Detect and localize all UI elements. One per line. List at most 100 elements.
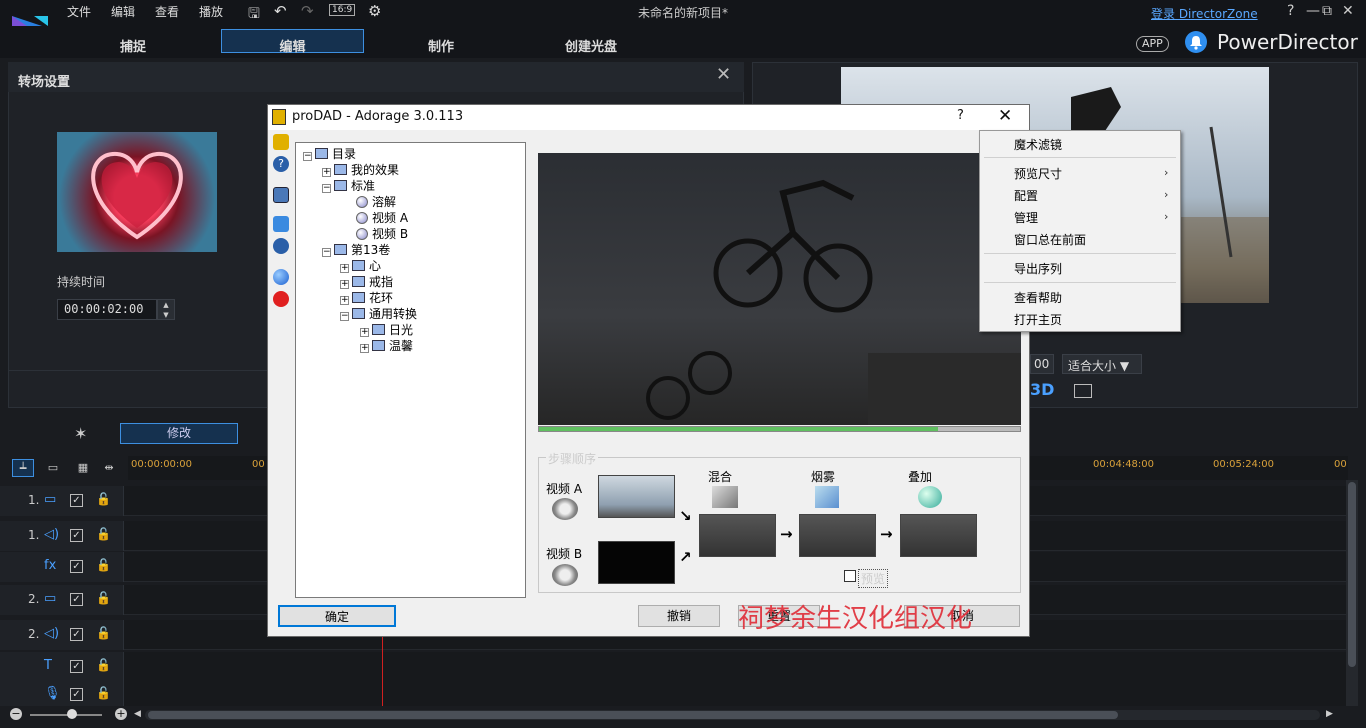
tree-node-root[interactable]: − 目录 [303,145,356,162]
track-enable-checkbox[interactable]: ✓ [70,529,83,542]
lock-icon[interactable]: 🔓 [96,558,111,572]
menu-separator [984,157,1176,158]
menu-item-preview-size[interactable]: 预览尺寸 [1014,165,1062,182]
track-enable-checkbox[interactable]: ✓ [70,560,83,573]
cast-display-icon[interactable] [1074,384,1092,398]
menu-item-always-on-top[interactable]: 窗口总在前面 [1014,231,1086,248]
prodad-icon[interactable] [273,134,289,150]
ruler-tick: 00:05:24:00 [1213,459,1275,470]
notification-bell-icon[interactable] [1185,31,1207,53]
lock-icon[interactable]: 🔓 [96,492,111,506]
tab-produce[interactable]: 制作 [380,36,502,55]
menu-item-export-sequence[interactable]: 导出序列 [1014,260,1062,277]
track-enable-checkbox[interactable]: ✓ [70,494,83,507]
redo-icon[interactable]: ↷ [301,2,314,20]
tree-node-video-a[interactable]: 视频 A [356,209,408,226]
aspect-ratio-selector[interactable]: 16:9 [329,4,356,16]
timeline-vertical-scroll-thumb[interactable] [1348,482,1356,667]
scroll-left-icon[interactable]: ◀ [134,709,141,719]
duration-stepper[interactable]: ▲ ▼ [157,299,175,320]
save-icon[interactable]: 🖫 [248,3,260,27]
settings-gear-icon[interactable]: ⚙ [368,2,381,20]
tree-node-ring[interactable]: + 戒指 [340,273,393,290]
app-badge[interactable]: APP [1136,36,1169,52]
menu-item-manage[interactable]: 管理 [1014,209,1038,226]
zoom-out-icon[interactable]: − [10,708,22,720]
delete-icon[interactable] [273,291,289,307]
tab-capture[interactable]: 捕捉 [74,36,192,55]
restore-button[interactable]: ⧉ [1322,3,1332,19]
zoom-value[interactable]: 00 [1030,354,1054,374]
screen-icon[interactable] [273,187,289,203]
overlay-thumbnail[interactable] [900,514,977,557]
tree-node-daylight[interactable]: + 日光 [360,321,413,338]
tree-node-vol13[interactable]: − 第13卷 [322,241,390,258]
menu-view[interactable]: 查看 [155,3,179,20]
timeline-view-icon[interactable]: ┷ [12,459,34,477]
dialog-close-icon[interactable]: ✕ [998,106,1012,126]
menu-file[interactable]: 文件 [67,3,91,20]
menu-item-config[interactable]: 配置 [1014,187,1038,204]
timeline-zoom-knob[interactable] [67,709,77,719]
effect-tree[interactable] [295,142,526,598]
timeline-horizontal-scroll-thumb[interactable] [148,711,1118,719]
track-enable-checkbox[interactable]: ✓ [70,628,83,641]
tree-node-my-effects[interactable]: + 我的效果 [322,161,399,178]
undo-button[interactable]: 撤销 [638,605,720,627]
lock-icon[interactable]: 🔓 [96,527,111,541]
preview-checkbox-label[interactable]: 预览 [858,569,889,588]
close-icon[interactable]: ✕ [716,64,731,85]
prodad-logo-icon [272,109,286,125]
tab-edit[interactable]: 编辑 [221,36,364,55]
close-window-button[interactable]: ✕ [1342,3,1354,19]
help-circle-icon[interactable]: ? [273,156,289,172]
help-button[interactable]: ? [1287,3,1294,19]
timeline-track[interactable] [0,652,1346,682]
menu-item-open-homepage[interactable]: 打开主页 [1014,311,1062,328]
lock-icon[interactable]: 🔓 [96,626,111,640]
tree-node-heart[interactable]: + 心 [340,257,381,274]
tree-node-cozy[interactable]: + 温馨 [360,337,413,354]
track-number: 2. [28,627,40,641]
dialog-help-button[interactable]: ? [957,108,964,123]
effects-icon[interactable] [273,216,289,232]
lock-icon[interactable]: 🔓 [96,686,111,700]
gear-icon[interactable] [273,238,289,254]
preview-checkbox[interactable] [844,570,856,582]
login-link[interactable]: 登录 DirectorZone [1151,5,1258,22]
smoke-thumbnail[interactable] [799,514,876,557]
tree-node-wreath[interactable]: + 花环 [340,289,393,306]
track-enable-checkbox[interactable]: ✓ [70,660,83,673]
globe-icon[interactable] [273,269,289,285]
zoom-in-icon[interactable]: + [115,708,127,720]
scroll-right-icon[interactable]: ▶ [1326,709,1333,719]
fit-size-dropdown[interactable]: 适合大小 ▼ [1062,354,1142,374]
minimize-button[interactable]: — [1306,3,1320,19]
menu-item-view-help[interactable]: 查看帮助 [1014,289,1062,306]
tab-create-disc[interactable]: 创建光盘 [528,36,654,55]
tree-node-video-b[interactable]: 视频 B [356,225,408,242]
tree-node-dissolve[interactable]: 溶解 [356,193,396,210]
modify-button[interactable]: 修改 [120,423,238,444]
menu-item-magic-filter[interactable]: 魔术滤镜 [1014,136,1062,153]
track-enable-checkbox[interactable]: ✓ [70,593,83,606]
undo-icon[interactable]: ↶ [274,2,287,20]
video-b-thumbnail[interactable] [598,541,675,584]
video-a-thumbnail[interactable] [598,475,675,518]
menu-edit[interactable]: 编辑 [111,3,135,20]
track-enable-checkbox[interactable]: ✓ [70,688,83,701]
mix-thumbnail[interactable] [699,514,776,557]
lock-icon[interactable]: 🔓 [96,591,111,605]
lock-icon[interactable]: 🔓 [96,658,111,672]
ok-button[interactable]: 确定 [278,605,396,627]
duration-input[interactable]: 00:00:02:00 [57,299,157,320]
menu-play[interactable]: 播放 [199,3,223,20]
storyboard-view-icon[interactable]: ▭ [42,459,64,477]
track-manager-icon[interactable]: ▦ [72,459,94,477]
tree-node-standard[interactable]: − 标准 [322,177,375,194]
timeline-zoom-slider[interactable] [30,714,102,716]
fit-timeline-icon[interactable]: ⇹ [98,459,120,477]
magic-wand-icon[interactable]: ✶ [74,424,87,443]
tree-node-general[interactable]: − 通用转换 [340,305,417,322]
3d-mode-icon[interactable]: 3D [1030,380,1054,399]
